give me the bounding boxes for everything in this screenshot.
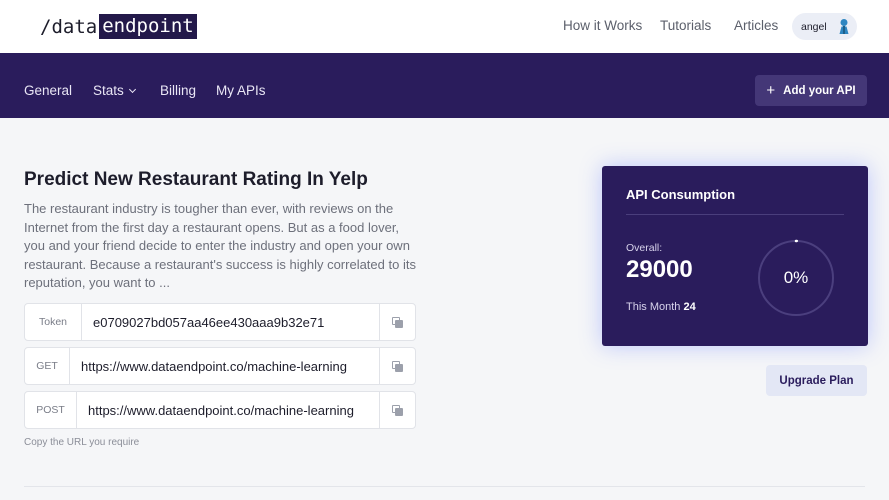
get-url-value[interactable]: https://www.dataendpoint.co/machine-lear… — [70, 348, 379, 384]
user-menu[interactable]: angel — [792, 13, 857, 40]
sub-navigation: General Stats Billing My APIs + Add your… — [0, 53, 889, 118]
post-url-field: POST https://www.dataendpoint.co/machine… — [24, 391, 416, 429]
logo-highlight: endpoint — [99, 14, 197, 39]
logo-prefix: /data — [40, 15, 98, 38]
subnav-general-label[interactable]: General — [24, 83, 72, 98]
subnav-stats-label[interactable]: Stats — [93, 83, 124, 98]
nav-how-it-works-label[interactable]: How it Works — [563, 18, 642, 33]
token-value[interactable]: e0709027bd057aa46ee430aaa9b32e71 — [82, 304, 379, 340]
subnav-billing[interactable]: Billing — [160, 83, 196, 98]
subnav-my-apis[interactable]: My APIs — [216, 83, 266, 98]
api-title: Predict New Restaurant Rating In Yelp — [24, 169, 368, 190]
subnav-stats[interactable]: Stats — [93, 83, 136, 98]
copy-icon — [392, 316, 403, 328]
nav-tutorials-label[interactable]: Tutorials — [660, 18, 711, 33]
user-name: angel — [801, 20, 827, 33]
nav-tutorials[interactable]: Tutorials — [660, 18, 711, 33]
card-divider — [626, 214, 844, 215]
nav-articles[interactable]: Articles — [734, 18, 778, 33]
upgrade-plan-button[interactable]: Upgrade Plan — [766, 365, 867, 396]
copy-icon — [392, 404, 403, 416]
month-value: 24 — [683, 301, 696, 313]
nav-articles-label[interactable]: Articles — [734, 18, 778, 33]
nav-how-it-works[interactable]: How it Works — [563, 18, 642, 33]
logo[interactable]: /data endpoint — [40, 14, 197, 39]
token-field: Token e0709027bd057aa46ee430aaa9b32e71 — [24, 303, 416, 341]
copy-post-button[interactable] — [379, 392, 415, 428]
top-header: /data endpoint How it Works Tutorials Ar… — [0, 0, 889, 53]
copy-token-button[interactable] — [379, 304, 415, 340]
copy-get-button[interactable] — [379, 348, 415, 384]
get-label: GET — [25, 348, 70, 384]
consumption-title: API Consumption — [626, 187, 736, 202]
overall-label: Overall: — [626, 242, 663, 254]
this-month: This Month 24 — [626, 301, 696, 313]
get-url-field: GET https://www.dataendpoint.co/machine-… — [24, 347, 416, 385]
api-description: The restaurant industry is tougher than … — [24, 201, 416, 290]
plus-icon: + — [766, 82, 776, 99]
section-divider — [24, 486, 865, 487]
add-api-label: Add your API — [783, 84, 856, 97]
overall-value: 29000 — [626, 256, 693, 283]
usage-ring: 0% — [757, 239, 835, 317]
usage-percent: 0% — [783, 268, 809, 287]
subnav-general[interactable]: General — [24, 83, 72, 98]
post-url-value[interactable]: https://www.dataendpoint.co/machine-lear… — [77, 392, 379, 428]
avatar-icon — [839, 19, 849, 34]
subnav-billing-label[interactable]: Billing — [160, 83, 196, 98]
token-label: Token — [25, 304, 82, 340]
chevron-down-icon[interactable] — [128, 85, 136, 93]
copy-hint: Copy the URL you require — [24, 437, 140, 448]
post-label: POST — [25, 392, 77, 428]
add-api-button[interactable]: + Add your API — [755, 75, 867, 106]
month-label: This Month — [626, 301, 681, 313]
api-consumption-card: API Consumption Overall: 29000 This Mont… — [602, 166, 868, 346]
subnav-my-apis-label[interactable]: My APIs — [216, 83, 266, 98]
copy-icon — [392, 360, 403, 372]
